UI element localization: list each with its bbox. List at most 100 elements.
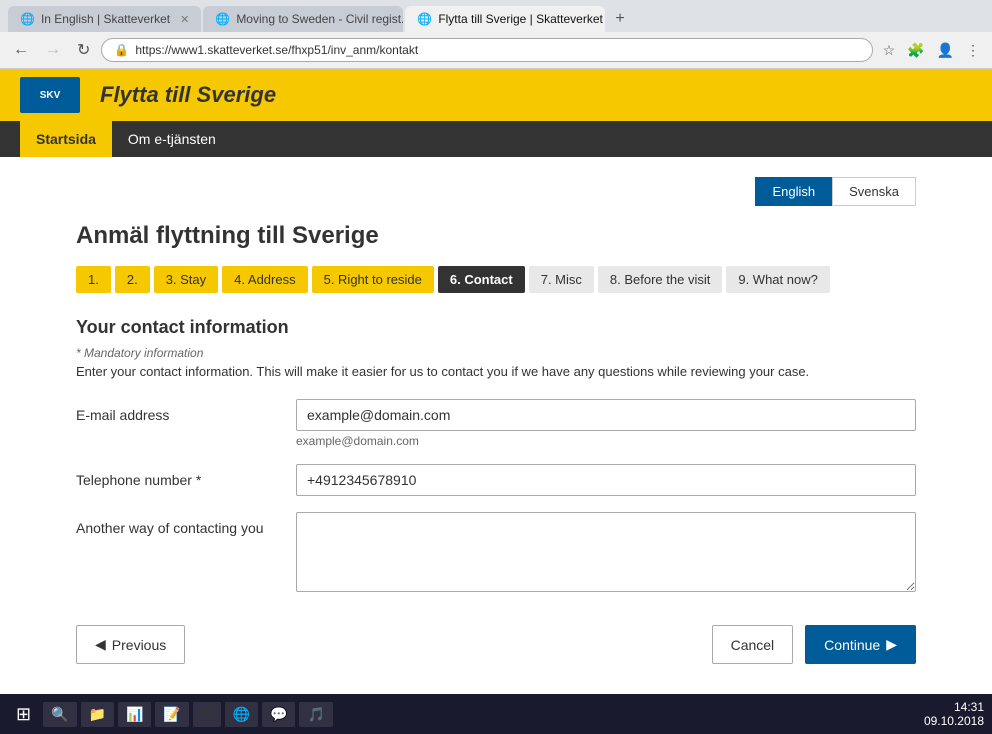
menu-button[interactable]: ⋮ [962,40,984,61]
tab-1[interactable]: 🌐 In English | Skatteverket ✕ [8,6,201,32]
cancel-button[interactable]: Cancel [712,625,794,664]
browser-chrome: 🌐 In English | Skatteverket ✕ 🌐 Moving t… [0,0,992,32]
step-1-label: 1. [88,272,99,287]
step-2[interactable]: 2. [115,266,150,293]
step-5-label: 5. Right to reside [324,272,422,287]
taskbar-outlook[interactable]: ✉ [193,702,221,727]
search-icon: 🔍 [51,706,68,723]
step-2-label: 2. [127,272,138,287]
clock-date: 09.10.2018 [924,714,984,728]
site-logo: SKV [20,77,80,113]
step-4-label: 4. Address [234,272,295,287]
taskbar-clock: 14:31 09.10.2018 [924,700,984,728]
section-title: Your contact information [76,317,916,338]
address-bar[interactable]: 🔒 https://www1.skatteverket.se/fhxp51/in… [101,38,872,62]
outlook-icon: ✉ [201,706,213,723]
taskbar-browser[interactable]: 🌐 [225,702,258,727]
reload-button[interactable]: ↻ [72,38,95,62]
main-content: English Svenska Anmäl flyttning till Sve… [46,157,946,694]
section-desc: Enter your contact information. This wil… [76,364,916,379]
email-label: E-mail address [76,399,296,423]
taskbar-excel[interactable]: 📊 [118,702,151,727]
folder-icon: 📁 [89,706,106,723]
step-9[interactable]: 9. What now? [726,266,830,293]
step-9-label: 9. What now? [738,272,818,287]
page-wrapper: SKV Flytta till Sverige Startsida Om e-t… [0,69,992,694]
page-title: Anmäl flyttning till Sverige [76,222,916,250]
continue-label: Continue [824,637,880,653]
om-etjansten-link[interactable]: Om e-tjänsten [112,121,232,157]
other-contact-label: Another way of contacting you [76,512,296,536]
continue-arrow-icon: ▶ [886,636,897,653]
account-button[interactable]: 👤 [933,40,958,61]
email-group: E-mail address example@domain.com [76,399,916,448]
previous-button[interactable]: ◀ Previous [76,625,185,664]
continue-button[interactable]: Continue ▶ [805,625,916,664]
tab-1-close[interactable]: ✕ [180,13,189,26]
security-icon: 🔒 [114,43,129,57]
email-hint: example@domain.com [296,434,916,448]
steps-nav: 1. 2. 3. Stay 4. Address 5. Right to res… [76,266,916,293]
word-icon: 📝 [163,706,180,723]
taskbar-spotify[interactable]: 🎵 [299,702,332,727]
step-5[interactable]: 5. Right to reside [312,266,434,293]
extensions-button[interactable]: 🧩 [903,40,928,61]
taskbar-file-explorer[interactable]: 📁 [81,702,114,727]
step-4[interactable]: 4. Address [222,266,307,293]
language-toggle: English Svenska [76,177,916,206]
step-7-label: 7. Misc [541,272,582,287]
step-6[interactable]: 6. Contact [438,266,525,293]
tab-2-label: Moving to Sweden - Civil regist... [236,12,403,26]
step-8[interactable]: 8. Before the visit [598,266,722,293]
step-3-label: 3. Stay [166,272,206,287]
browser-tabs: 🌐 In English | Skatteverket ✕ 🌐 Moving t… [8,6,984,32]
tab-3[interactable]: 🌐 Flytta till Sverige | Skatteverket ✕ [405,6,605,32]
taskbar-word[interactable]: 📝 [155,702,188,727]
browser-actions: ☆ 🧩 👤 ⋮ [879,40,984,61]
english-button[interactable]: English [755,177,832,206]
footer-actions: ◀ Previous Cancel Continue ▶ [76,625,916,664]
phone-input[interactable] [296,464,916,496]
start-button[interactable]: ⊞ [8,700,39,729]
phone-group: Telephone number * [76,464,916,496]
step-1[interactable]: 1. [76,266,111,293]
forward-button[interactable]: → [40,39,66,61]
email-input[interactable] [296,399,916,431]
startsida-button[interactable]: Startsida [20,121,112,157]
email-field-wrapper: example@domain.com [296,399,916,448]
phone-field-wrapper [296,464,916,496]
step-7[interactable]: 7. Misc [529,266,594,293]
other-contact-field-wrapper [296,512,916,595]
phone-label: Telephone number * [76,464,296,488]
excel-icon: 📊 [126,706,143,723]
taskbar-search[interactable]: 🔍 [43,702,76,727]
star-button[interactable]: ☆ [879,40,900,61]
browser-toolbar: ← → ↻ 🔒 https://www1.skatteverket.se/fhx… [0,32,992,69]
tab-3-label: Flytta till Sverige | Skatteverket [438,12,603,26]
other-contact-textarea[interactable] [296,512,916,592]
previous-label: Previous [112,637,166,653]
chat-icon: 💬 [270,706,287,723]
step-6-label: 6. Contact [450,272,513,287]
music-icon: 🎵 [307,706,324,723]
tab-2-favicon: 🌐 [215,12,230,26]
site-header: SKV Flytta till Sverige [0,69,992,121]
address-text: https://www1.skatteverket.se/fhxp51/inv_… [135,43,859,57]
step-3[interactable]: 3. Stay [154,266,218,293]
taskbar: ⊞ 🔍 📁 📊 📝 ✉ 🌐 💬 🎵 14:31 09.10.2018 [0,694,992,734]
tab-1-favicon: 🌐 [20,12,35,26]
footer-right: Cancel Continue ▶ [712,625,916,664]
taskbar-chat[interactable]: 💬 [262,702,295,727]
previous-arrow-icon: ◀ [95,636,106,653]
mandatory-note: * Mandatory information [76,346,916,360]
nav-bar: Startsida Om e-tjänsten [0,121,992,157]
tab-2[interactable]: 🌐 Moving to Sweden - Civil regist... ✕ [203,6,403,32]
logo-text: SKV [40,90,61,101]
svenska-button[interactable]: Svenska [832,177,916,206]
browser-icon: 🌐 [233,706,250,723]
tab-3-favicon: 🌐 [417,12,432,26]
new-tab-button[interactable]: + [607,6,632,32]
back-button[interactable]: ← [8,39,34,61]
clock-time: 14:31 [924,700,984,714]
other-contact-group: Another way of contacting you [76,512,916,595]
